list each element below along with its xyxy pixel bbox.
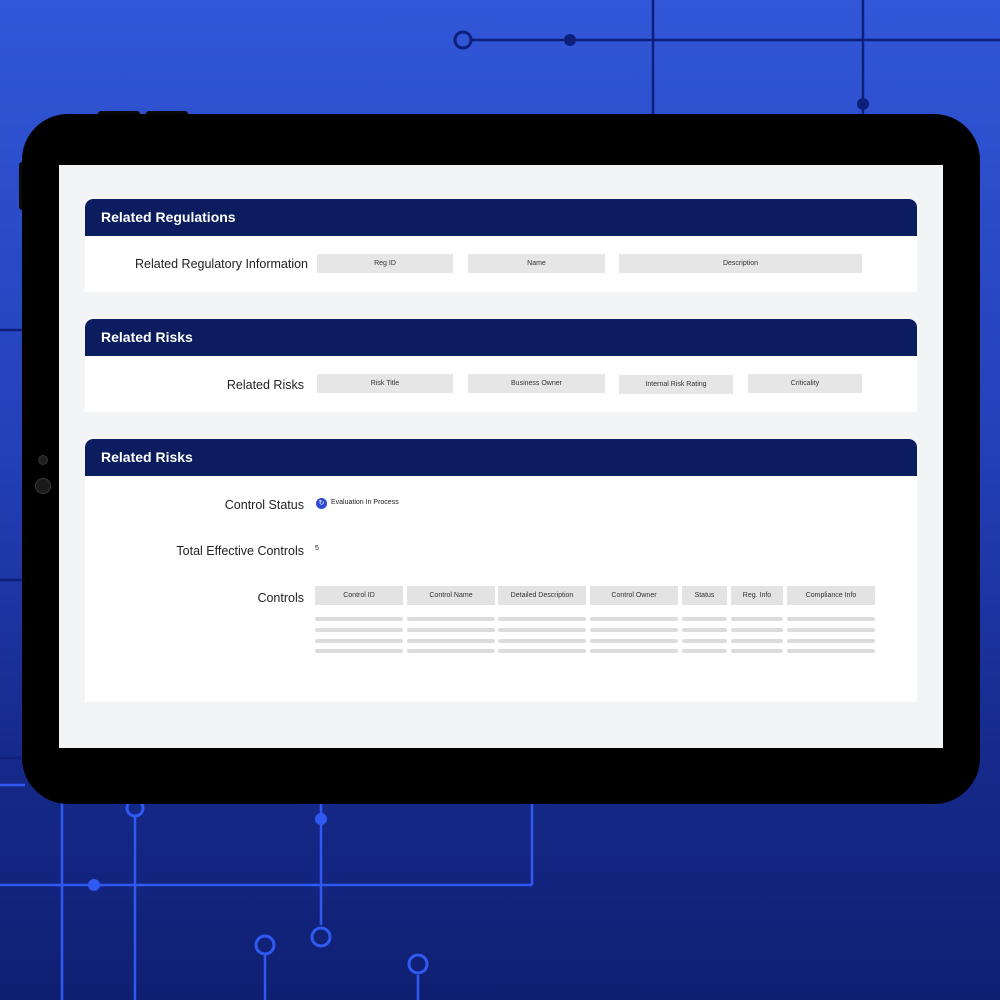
placeholder-line: [731, 639, 783, 643]
related-risks-card: Related Risks Related Risks Risk Title B…: [85, 319, 917, 412]
placeholder-line: [682, 639, 727, 643]
placeholder-line: [498, 639, 586, 643]
placeholder-line: [731, 649, 783, 653]
column-header-risk-title[interactable]: Risk Title: [317, 374, 453, 393]
column-header-control-id[interactable]: Control ID: [315, 586, 403, 605]
column-header-name[interactable]: Name: [468, 254, 605, 273]
placeholder-line: [498, 628, 586, 632]
control-status-label: Control Status: [224, 498, 304, 512]
placeholder-line: [787, 617, 875, 621]
placeholder-line: [682, 649, 727, 653]
related-risks-label: Related Risks: [226, 378, 304, 392]
column-header-business-owner[interactable]: Business Owner: [468, 374, 605, 393]
placeholder-line: [731, 617, 783, 621]
placeholder-line: [407, 639, 495, 643]
card-title: Related Risks: [85, 319, 917, 356]
placeholder-line: [682, 628, 727, 632]
column-header-description[interactable]: Description: [619, 254, 862, 273]
column-header-reg-id[interactable]: Reg ID: [317, 254, 453, 273]
total-effective-controls-label: Total Effective Controls: [176, 544, 304, 558]
column-header-internal-risk-rating[interactable]: Internal Risk Rating: [619, 375, 733, 394]
card-title: Related Risks: [85, 439, 917, 476]
placeholder-line: [315, 628, 403, 632]
tablet-camera: [38, 455, 48, 465]
column-header-control-name[interactable]: Control Name: [407, 586, 495, 605]
related-regulations-card: Related Regulations Related Regulatory I…: [85, 199, 917, 292]
controls-card: Related Risks Control Status ↻ Evaluatio…: [85, 439, 917, 702]
controls-label: Controls: [257, 591, 304, 605]
placeholder-line: [315, 617, 403, 621]
column-header-criticality[interactable]: Criticality: [748, 374, 862, 393]
placeholder-line: [407, 628, 495, 632]
placeholder-line: [498, 617, 586, 621]
column-header-reg-info[interactable]: Reg. Info: [731, 586, 783, 605]
placeholder-line: [787, 639, 875, 643]
column-header-compliance-info[interactable]: Compliance Info: [787, 586, 875, 605]
tablet-home-sensor: [35, 478, 51, 494]
placeholder-line: [590, 649, 678, 653]
control-status-value: Evaluation In Process: [331, 499, 399, 506]
placeholder-line: [590, 639, 678, 643]
progress-icon: ↻: [316, 498, 327, 509]
placeholder-line: [407, 617, 495, 621]
placeholder-line: [590, 617, 678, 621]
placeholder-line: [315, 649, 403, 653]
placeholder-line: [498, 649, 586, 653]
column-header-detailed-description[interactable]: Detailed Description: [498, 586, 586, 605]
tablet-screen: Related Regulations Related Regulatory I…: [59, 165, 943, 748]
placeholder-line: [407, 649, 495, 653]
placeholder-line: [682, 617, 727, 621]
column-header-status[interactable]: Status: [682, 586, 727, 605]
placeholder-line: [731, 628, 783, 632]
column-header-control-owner[interactable]: Control Owner: [590, 586, 678, 605]
related-regulatory-info-label: Related Regulatory Information: [134, 257, 308, 271]
total-effective-controls-value: 5: [315, 545, 319, 552]
placeholder-line: [590, 628, 678, 632]
placeholder-line: [787, 649, 875, 653]
placeholder-line: [787, 628, 875, 632]
placeholder-line: [315, 639, 403, 643]
card-title: Related Regulations: [85, 199, 917, 236]
